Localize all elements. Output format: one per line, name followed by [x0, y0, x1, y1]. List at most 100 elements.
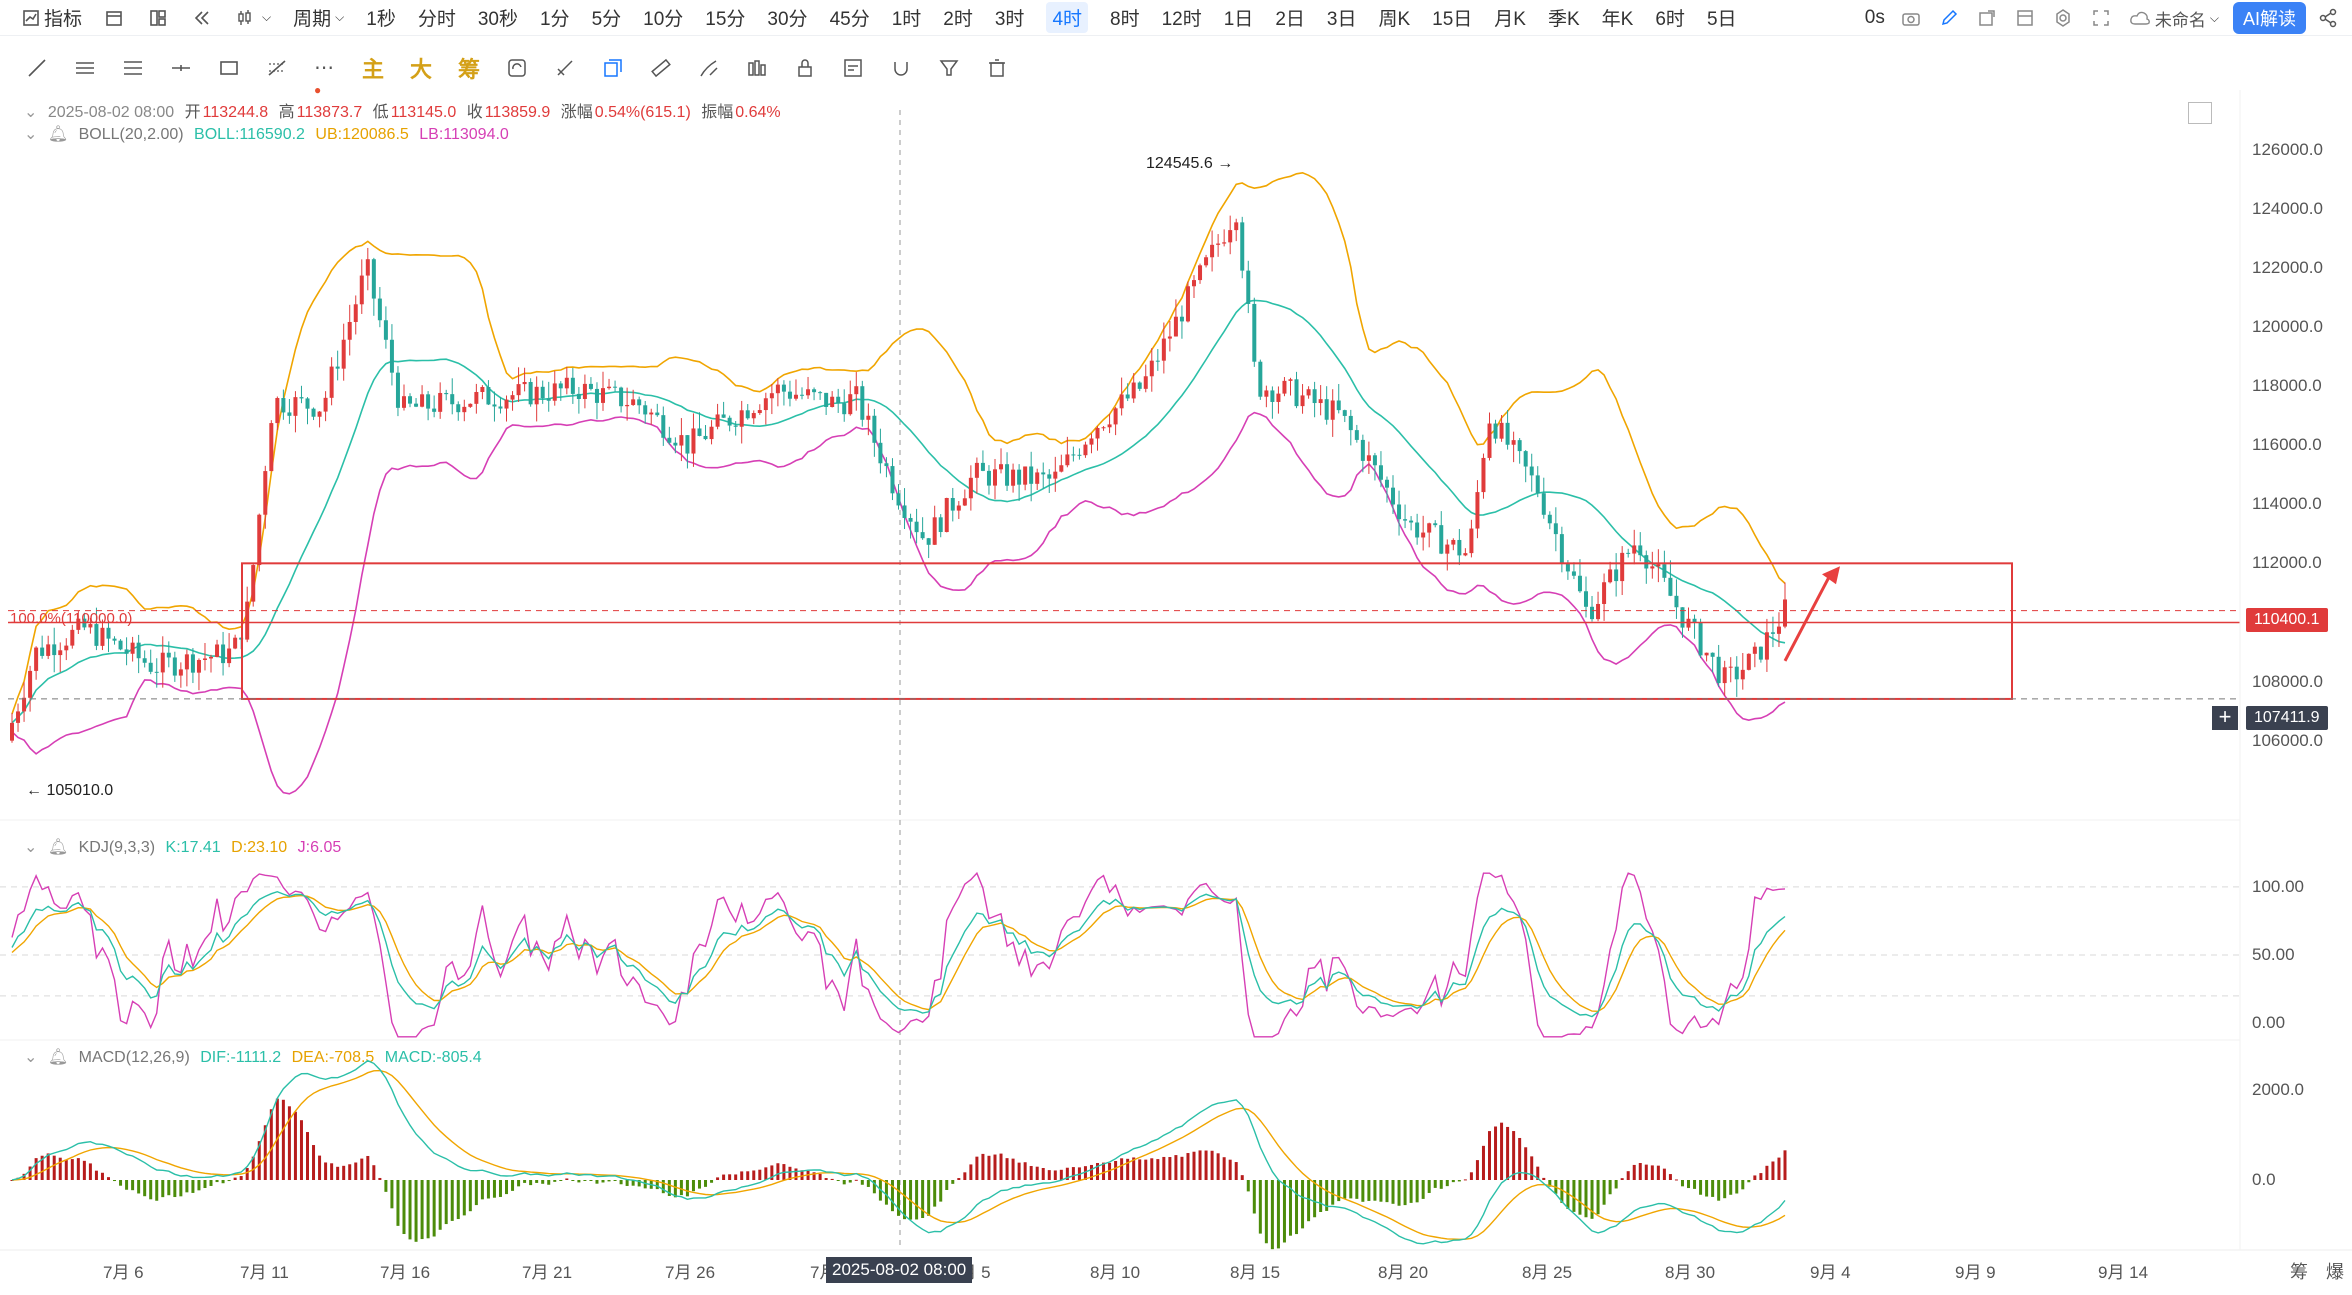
candle-body [1107, 424, 1112, 428]
macd-histogram-bar [498, 1180, 502, 1197]
macd-histogram-bar [1747, 1180, 1751, 1183]
macd-histogram-bar [1421, 1180, 1425, 1199]
candle-body [830, 396, 835, 407]
time-axis-label: 7月 21 [522, 1263, 573, 1282]
macd-histogram-bar [1433, 1180, 1437, 1188]
macd-histogram-bar [975, 1156, 979, 1180]
macd-histogram-bar [1053, 1170, 1057, 1180]
time-axis-label: 8月 20 [1378, 1263, 1429, 1282]
corner-label-chip[interactable]: 筹 [2290, 1258, 2308, 1284]
macd-histogram-bar [1626, 1171, 1630, 1180]
macd-histogram-bar [1614, 1180, 1618, 1189]
candle-body [1216, 243, 1221, 245]
candle-body [570, 377, 575, 394]
candle-body [1053, 471, 1058, 479]
candle-body [1463, 553, 1468, 556]
macd-histogram-bar [559, 1180, 563, 1182]
time-axis-label: 9月 9 [1955, 1263, 1996, 1282]
time-axis-label: 9月 14 [2098, 1263, 2149, 1282]
candle-body [1077, 454, 1082, 456]
macd-histogram-bar [1542, 1177, 1546, 1180]
candle-body [474, 391, 479, 404]
candle-body [812, 389, 817, 393]
candle-body [540, 386, 545, 399]
macd-histogram-bar [860, 1180, 864, 1185]
macd-histogram-bar [1723, 1180, 1727, 1199]
candle-body [1167, 336, 1172, 339]
candle-body [1547, 514, 1552, 524]
macd-histogram-bar [1059, 1169, 1063, 1180]
macd-histogram-bar [921, 1180, 925, 1219]
candle-body [806, 389, 811, 396]
macd-histogram-bar [1138, 1159, 1142, 1180]
candle-body [848, 394, 853, 415]
macd-histogram-bar [1620, 1178, 1624, 1180]
expand-chart-icon[interactable] [2188, 102, 2212, 124]
candle-body [1065, 454, 1070, 466]
candle-body [860, 386, 865, 420]
macd-histogram-bar [1680, 1180, 1684, 1187]
candle-body [401, 396, 406, 408]
candle-body [1415, 522, 1420, 538]
candle-body [552, 383, 557, 401]
macd-histogram-bar [1391, 1180, 1395, 1204]
candle-body [643, 405, 648, 415]
candle-body [902, 505, 907, 518]
macd-histogram-bar [517, 1180, 521, 1187]
macd-histogram-bar [866, 1180, 870, 1187]
candle-body [1559, 534, 1564, 563]
candle-body [438, 392, 443, 412]
candle-body [619, 387, 624, 407]
candle-body [353, 304, 358, 322]
macd-histogram-bar [215, 1180, 219, 1183]
candle-body [408, 396, 413, 404]
macd-histogram-bar [1373, 1180, 1377, 1201]
macd-histogram-bar [76, 1158, 80, 1180]
macd-histogram-bar [312, 1145, 316, 1180]
candle-body [1234, 222, 1239, 231]
candle-body [1300, 395, 1305, 407]
candle-body [1577, 575, 1582, 592]
macd-histogram-bar [1023, 1162, 1027, 1180]
candle-body [1421, 532, 1426, 538]
add-price-button[interactable]: + [2212, 706, 2238, 730]
candle-body [1535, 475, 1540, 494]
macd-histogram-bar [1494, 1126, 1498, 1180]
high-marker-value: 124545.6 [1146, 155, 1213, 172]
candle-body [637, 399, 642, 406]
candle-body [1427, 523, 1432, 533]
candle-body [444, 392, 449, 395]
macd-histogram-bar [209, 1180, 213, 1186]
candle-body [1638, 545, 1643, 556]
macd-histogram-bar [619, 1180, 623, 1185]
macd-histogram-bar [125, 1180, 129, 1190]
candle-body [727, 417, 732, 426]
candle-body [1288, 379, 1293, 381]
candle-body [1210, 244, 1215, 258]
macd-histogram-bar [1693, 1180, 1697, 1189]
chart-canvas[interactable] [0, 0, 2352, 1295]
macd-histogram-bar [185, 1180, 189, 1193]
candle-body [492, 404, 497, 407]
candle-body [1264, 390, 1269, 397]
macd-histogram-bar [372, 1165, 376, 1180]
macd-histogram-bar [486, 1180, 490, 1199]
candle-body [28, 670, 33, 698]
candle-body [1746, 653, 1751, 670]
macd-histogram-bar [1313, 1180, 1317, 1218]
candle-body [160, 652, 165, 673]
macd-histogram-bar [553, 1180, 557, 1182]
candle-body [974, 462, 979, 478]
candle-body [335, 366, 340, 369]
candle-body [64, 645, 69, 651]
macd-histogram-bar [1518, 1137, 1522, 1180]
fib-label[interactable]: 100.0%(110000.0) [10, 610, 132, 627]
macd-histogram-bar [438, 1180, 442, 1230]
macd-histogram-bar [233, 1177, 237, 1180]
candle-body [1198, 265, 1203, 281]
macd-histogram-bar [1674, 1179, 1678, 1181]
candle-body [510, 395, 515, 400]
candle-body [1457, 539, 1462, 556]
macd-histogram-bar [1029, 1166, 1033, 1180]
corner-label-boom[interactable]: 爆 [2326, 1258, 2344, 1284]
